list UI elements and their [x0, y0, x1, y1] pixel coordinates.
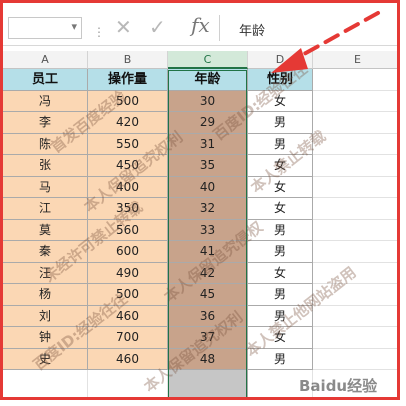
- cell-gender[interactable]: 男: [248, 348, 313, 370]
- cell-age[interactable]: 33: [168, 219, 248, 241]
- cell-employee[interactable]: 刘: [3, 305, 88, 327]
- selected-empty-cells[interactable]: [168, 370, 248, 397]
- cell-age[interactable]: 30: [168, 90, 248, 112]
- chevron-down-icon[interactable]: ▾: [71, 20, 77, 33]
- cell-operations[interactable]: 460: [88, 348, 168, 370]
- cell-empty[interactable]: [88, 370, 168, 397]
- cell-empty[interactable]: [313, 327, 397, 349]
- cell-gender[interactable]: 女: [248, 90, 313, 112]
- cell-employee[interactable]: 秦: [3, 241, 88, 263]
- cell-age[interactable]: 32: [168, 198, 248, 220]
- spreadsheet-grid[interactable]: A B C D E 员工 操作量 年龄 性别冯 500 30 女李 420 29 男陈 550 31 男…: [3, 51, 397, 400]
- column-header-d[interactable]: D: [248, 51, 313, 69]
- cell-gender[interactable]: 男: [248, 112, 313, 134]
- column-header-e[interactable]: E: [313, 51, 397, 69]
- cell-employee[interactable]: 冯: [3, 90, 88, 112]
- cell-employee[interactable]: 钟: [3, 327, 88, 349]
- cell-employee[interactable]: 李: [3, 112, 88, 134]
- site-logo: Baidu经验: [299, 377, 378, 395]
- cell-employee[interactable]: 江: [3, 198, 88, 220]
- cell-operations[interactable]: 420: [88, 112, 168, 134]
- formula-bar: ▾ ⋮ ✕ ✓ fx 年龄: [3, 11, 397, 46]
- column-header-c[interactable]: C: [168, 51, 248, 69]
- cell-employee[interactable]: 莫: [3, 219, 88, 241]
- column-header-a[interactable]: A: [3, 51, 88, 69]
- cell-operations[interactable]: 600: [88, 241, 168, 263]
- cell-empty[interactable]: [313, 219, 397, 241]
- divider: [219, 15, 220, 41]
- cell-age[interactable]: 37: [168, 327, 248, 349]
- cell-operations[interactable]: 460: [88, 305, 168, 327]
- cell-age[interactable]: 31: [168, 133, 248, 155]
- cell-empty[interactable]: [313, 112, 397, 134]
- cell-gender[interactable]: 女: [248, 198, 313, 220]
- cell-age[interactable]: 40: [168, 176, 248, 198]
- cell-age[interactable]: 29: [168, 112, 248, 134]
- cell-operations[interactable]: 400: [88, 176, 168, 198]
- cell-employee[interactable]: 马: [3, 176, 88, 198]
- cell-employee[interactable]: 陈: [3, 133, 88, 155]
- name-box[interactable]: ▾: [8, 17, 82, 39]
- cell-age[interactable]: 36: [168, 305, 248, 327]
- cell-gender[interactable]: 女: [248, 155, 313, 177]
- cell-operations[interactable]: 490: [88, 262, 168, 284]
- cell-empty[interactable]: [313, 262, 397, 284]
- header-cell-operations[interactable]: 操作量: [88, 69, 168, 91]
- cell-operations[interactable]: 700: [88, 327, 168, 349]
- cell-gender[interactable]: 女: [248, 327, 313, 349]
- cell-employee[interactable]: 张: [3, 155, 88, 177]
- cell-operations[interactable]: 550: [88, 133, 168, 155]
- cell-employee[interactable]: 史: [3, 348, 88, 370]
- cell-empty[interactable]: [3, 370, 88, 397]
- cell-empty[interactable]: [313, 155, 397, 177]
- cell-empty[interactable]: [313, 90, 397, 112]
- cell-age[interactable]: 48: [168, 348, 248, 370]
- cell-empty[interactable]: [313, 348, 397, 370]
- drag-handle-icon[interactable]: ⋮: [93, 25, 105, 39]
- header-cell-gender[interactable]: 性别: [248, 69, 313, 91]
- cell-empty[interactable]: [313, 284, 397, 306]
- cell-operations[interactable]: 350: [88, 198, 168, 220]
- cell-operations[interactable]: 450: [88, 155, 168, 177]
- cell-operations[interactable]: 500: [88, 284, 168, 306]
- cell-gender[interactable]: 男: [248, 305, 313, 327]
- cell-gender[interactable]: 男: [248, 219, 313, 241]
- cell-gender[interactable]: 男: [248, 284, 313, 306]
- formula-input[interactable]: 年龄: [239, 20, 265, 39]
- cell-gender[interactable]: 女: [248, 262, 313, 284]
- cell-employee[interactable]: 杨: [3, 284, 88, 306]
- cell-age[interactable]: 42: [168, 262, 248, 284]
- screenshot-frame: ▾ ⋮ ✕ ✓ fx 年龄 A B C D E 员工 操作量 年龄 性别冯 500 30 女…: [0, 0, 400, 400]
- cell-empty[interactable]: [313, 241, 397, 263]
- cell-age[interactable]: 35: [168, 155, 248, 177]
- cell-empty[interactable]: [313, 305, 397, 327]
- cell-operations[interactable]: 500: [88, 90, 168, 112]
- cell-gender[interactable]: 男: [248, 241, 313, 263]
- cell-empty[interactable]: [313, 176, 397, 198]
- insert-function-icon[interactable]: fx: [191, 13, 210, 37]
- cancel-icon[interactable]: ✕: [115, 15, 132, 39]
- cell-employee[interactable]: 汪: [3, 262, 88, 284]
- cell-empty[interactable]: [313, 198, 397, 220]
- fill-handle[interactable]: [245, 399, 250, 400]
- cell-age[interactable]: 41: [168, 241, 248, 263]
- cell-age[interactable]: 45: [168, 284, 248, 306]
- column-header-b[interactable]: B: [88, 51, 168, 69]
- cell-empty[interactable]: [313, 69, 397, 91]
- cell-empty[interactable]: [313, 133, 397, 155]
- header-cell-age[interactable]: 年龄: [168, 69, 248, 91]
- cell-operations[interactable]: 560: [88, 219, 168, 241]
- enter-icon[interactable]: ✓: [149, 15, 166, 39]
- header-cell-employee[interactable]: 员工: [3, 69, 88, 91]
- cell-gender[interactable]: 男: [248, 133, 313, 155]
- cell-gender[interactable]: 女: [248, 176, 313, 198]
